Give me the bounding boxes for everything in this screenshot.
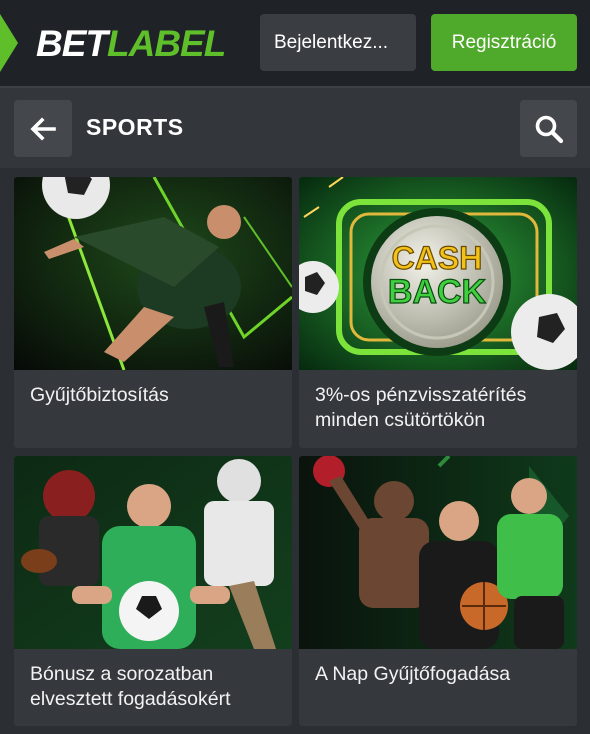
cashback-coin-image: CASH BACK — [299, 177, 577, 370]
search-button[interactable] — [520, 100, 577, 157]
multi-sport-athletes-image — [14, 456, 292, 649]
promo-caption: A Nap Gyűjtőfogadása — [315, 663, 511, 685]
arrow-left-icon — [30, 117, 56, 141]
back-button[interactable] — [14, 100, 72, 157]
soccer-player-kick-image — [14, 177, 292, 370]
promo-card-accumulator-of-the-day[interactable]: A Nap Gyűjtőfogadása — [299, 456, 577, 726]
promo-caption: Bónusz a sorozatban elvesztett fogadások… — [30, 663, 231, 710]
promo-card-cashback[interactable]: CASH BACK 3%-os pénzvisszatérítés minden… — [299, 177, 577, 448]
cashback-image-text-2: BACK — [388, 273, 487, 311]
top-header: BETLABEL Bejelentkez... Regisztráció — [0, 0, 590, 86]
boxer-basketball-athletes-image — [299, 456, 577, 649]
promo-caption: 3%-os pénzvisszatérítés minden csütörtök… — [315, 384, 527, 431]
promo-card-accumulator-insurance[interactable]: Gyűjtőbiztosítás — [14, 177, 292, 448]
promo-card-losing-streak-bonus[interactable]: Bónusz a sorozatban elvesztett fogadások… — [14, 456, 292, 726]
section-bar: SPORTS — [0, 86, 590, 168]
login-button[interactable]: Bejelentkez... — [260, 14, 416, 71]
promo-caption: Gyűjtőbiztosítás — [30, 384, 169, 406]
register-button[interactable]: Regisztráció — [431, 14, 577, 71]
betlabel-logo[interactable]: BETLABEL — [36, 22, 226, 66]
search-icon — [535, 115, 564, 144]
section-title: SPORTS — [86, 114, 184, 140]
cashback-image-text-1: CASH — [392, 240, 483, 276]
logo-label-text: LABEL — [107, 23, 226, 64]
brand-arrow-icon — [0, 14, 18, 72]
logo-bet-text: BET — [36, 23, 108, 64]
